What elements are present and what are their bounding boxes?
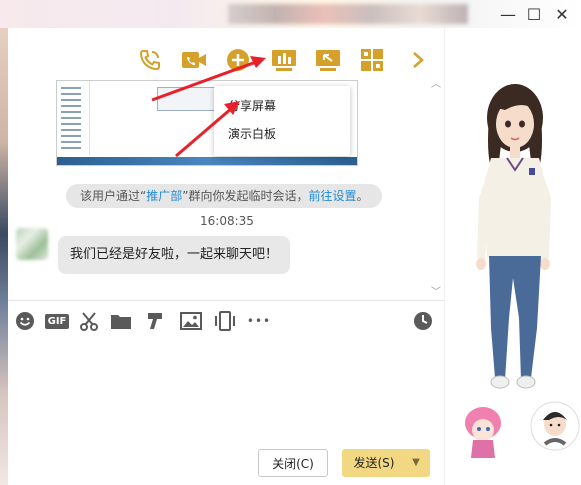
scissors-icon[interactable] bbox=[78, 310, 100, 332]
image-icon[interactable] bbox=[180, 310, 202, 332]
input-toolbar: GIF ••• bbox=[8, 308, 444, 334]
more-dots-icon[interactable]: ••• bbox=[246, 310, 272, 332]
gif-icon[interactable]: GIF bbox=[44, 310, 70, 332]
annotation-arrow bbox=[175, 101, 240, 158]
message-input[interactable] bbox=[8, 336, 444, 436]
chat-window: — ☐ ✕ ︿ 该用户通过“推广部”群向你发起临时会话，前往设置。 16:08:… bbox=[0, 0, 581, 485]
emoji-icon[interactable] bbox=[14, 310, 36, 332]
close-button[interactable]: 关闭(C) bbox=[258, 449, 328, 477]
scroll-down-button[interactable]: ﹀ bbox=[430, 288, 442, 298]
history-clock-icon[interactable] bbox=[412, 310, 434, 332]
shake-icon[interactable] bbox=[214, 310, 236, 332]
input-divider bbox=[8, 300, 444, 301]
send-button[interactable]: 发送(S) ▼ bbox=[342, 449, 430, 477]
show-pane bbox=[444, 28, 581, 485]
send-options-chevron-icon[interactable]: ▼ bbox=[406, 449, 426, 477]
send-label: 发送(S) bbox=[353, 456, 395, 470]
folder-icon[interactable] bbox=[110, 310, 132, 332]
quick-reply-icon[interactable] bbox=[144, 310, 166, 332]
annotation-arrow bbox=[151, 56, 266, 102]
avatar-character-illustration bbox=[465, 84, 580, 458]
